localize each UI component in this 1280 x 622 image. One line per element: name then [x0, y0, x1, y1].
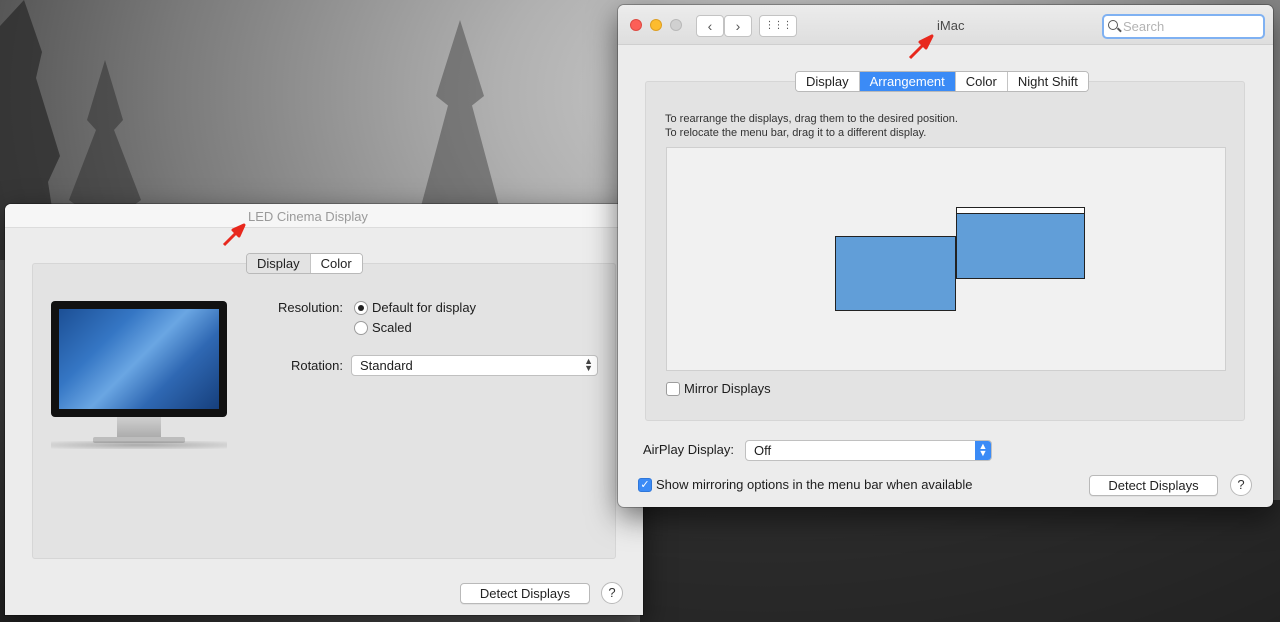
led-cinema-display-window: LED Cinema Display Resolution: Default f… — [5, 204, 643, 615]
airplay-label: AirPlay Display: — [643, 442, 735, 457]
tab-night-shift[interactable]: Night Shift — [1007, 72, 1088, 91]
instruction-text: To rearrange the displays, drag them to … — [665, 113, 958, 125]
updown-chevron-icon: ▲ ▼ — [975, 441, 991, 460]
settings-panel: Resolution: Default for display Scaled R… — [32, 263, 616, 559]
show-mirroring-checkbox[interactable]: ✓ — [638, 478, 652, 492]
tab-arrangement[interactable]: Arrangement — [859, 72, 956, 91]
airplay-select[interactable]: Off ▲ ▼ — [745, 440, 992, 461]
rotation-label: Rotation: — [290, 358, 343, 373]
mirror-displays-label[interactable]: Mirror Displays — [684, 381, 771, 396]
radio-scaled-label[interactable]: Scaled — [372, 320, 412, 335]
grid-icon: ⋮⋮⋮ — [764, 20, 793, 31]
display-monitor-icon — [51, 301, 227, 449]
instruction-text: To relocate the menu bar, drag it to a d… — [665, 127, 927, 139]
help-button[interactable]: ? — [1230, 474, 1252, 496]
chevron-left-icon: ‹ — [707, 18, 713, 34]
minimize-icon[interactable] — [650, 19, 662, 31]
imac-display-window: ‹ › ⋮⋮⋮ iMac Search Display Arrangement … — [618, 5, 1273, 507]
detect-displays-button[interactable]: Detect Displays — [460, 583, 590, 604]
left-tabbar: Display Color — [246, 253, 363, 274]
checkmark-icon: ✓ — [640, 479, 650, 491]
mirror-displays-checkbox[interactable] — [666, 382, 680, 396]
show-all-button[interactable]: ⋮⋮⋮ — [759, 15, 797, 37]
radio-default-for-display[interactable] — [354, 301, 368, 315]
tab-color[interactable]: Color — [310, 254, 362, 273]
help-button[interactable]: ? — [601, 582, 623, 604]
search-input[interactable]: Search — [1102, 14, 1265, 39]
tab-display[interactable]: Display — [796, 72, 860, 91]
show-mirroring-label[interactable]: Show mirroring options in the menu bar w… — [656, 477, 973, 492]
zoom-icon — [670, 19, 682, 31]
display-arrangement-area — [666, 147, 1226, 371]
rotation-select[interactable]: Standard ▲ ▼ — [351, 355, 598, 376]
updown-chevron-icon: ▲ ▼ — [584, 356, 593, 373]
background-tree — [640, 500, 1280, 622]
search-icon — [1108, 20, 1118, 30]
airplay-value: Off — [754, 443, 772, 458]
right-tabbar: Display Arrangement Color Night Shift — [795, 71, 1089, 92]
chevron-right-icon: › — [735, 18, 741, 34]
back-button[interactable]: ‹ — [696, 15, 724, 37]
detect-displays-button[interactable]: Detect Displays — [1089, 475, 1218, 496]
window-title: iMac — [937, 18, 965, 33]
menu-bar-handle[interactable] — [956, 207, 1085, 214]
titlebar[interactable]: ‹ › ⋮⋮⋮ iMac Search — [618, 5, 1273, 45]
forward-button[interactable]: › — [724, 15, 752, 37]
display-thumbnail-main[interactable] — [956, 212, 1085, 279]
display-thumbnail-secondary[interactable] — [835, 236, 956, 311]
search-placeholder: Search — [1123, 19, 1165, 34]
background-tree — [420, 20, 500, 210]
rotation-value: Standard — [360, 358, 413, 373]
window-title: LED Cinema Display — [248, 209, 368, 224]
resolution-label: Resolution: — [277, 300, 343, 315]
tab-color[interactable]: Color — [955, 72, 1008, 91]
radio-default-label[interactable]: Default for display — [372, 300, 476, 315]
tab-display[interactable]: Display — [247, 254, 311, 273]
radio-scaled[interactable] — [354, 321, 368, 335]
close-icon[interactable] — [630, 19, 642, 31]
titlebar[interactable]: LED Cinema Display — [5, 204, 643, 228]
